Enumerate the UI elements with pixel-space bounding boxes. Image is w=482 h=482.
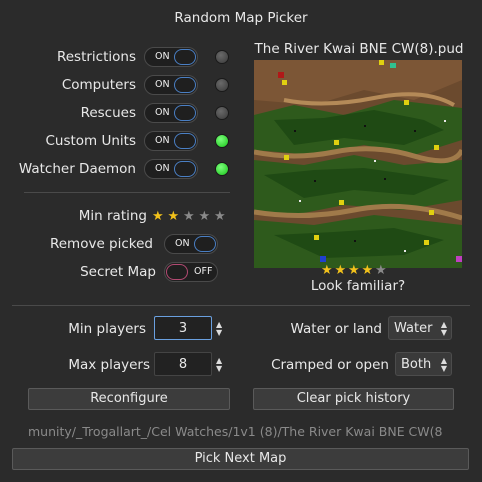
star-icon[interactable]: ★: [183, 210, 199, 223]
toggle-knob: [174, 133, 196, 149]
computers-status-indicator-icon: [215, 78, 229, 92]
min-players-arrows[interactable]: ▲ ▼: [216, 321, 222, 337]
reconfigure-button[interactable]: Reconfigure: [28, 388, 230, 410]
toggle-state-text: ON: [155, 107, 170, 118]
min-rating-label: Min rating: [78, 208, 147, 224]
spin-down-icon[interactable]: ▼: [216, 365, 222, 373]
toggle-knob: [194, 236, 216, 252]
secret-map-label: Secret Map: [80, 264, 156, 280]
left-divider: [24, 192, 230, 193]
min-players-value: 3: [178, 321, 188, 336]
clear-pick-history-button[interactable]: Clear pick history: [253, 388, 454, 410]
water-or-land-select[interactable]: Water ▲ ▼: [388, 316, 452, 340]
star-icon[interactable]: ★: [168, 210, 184, 223]
restrictions-label: Restrictions: [56, 49, 136, 65]
water-or-land-value: Water: [394, 321, 433, 336]
map-rating-stars[interactable]: ★ ★ ★ ★ ★: [321, 263, 389, 277]
toggle-state-text: ON: [155, 163, 170, 174]
star-icon[interactable]: ★: [362, 264, 376, 277]
remove-picked-toggle[interactable]: ON: [164, 234, 218, 254]
computers-toggle[interactable]: ON: [144, 75, 198, 95]
star-icon[interactable]: ★: [375, 264, 389, 277]
select-arrows-icon: ▲ ▼: [440, 356, 447, 373]
toggle-knob: [174, 49, 196, 65]
spin-down-icon[interactable]: ▼: [216, 329, 222, 337]
custom-units-status-indicator-icon: [215, 134, 229, 148]
max-players-label: Max players: [68, 357, 150, 373]
star-icon[interactable]: ★: [321, 264, 335, 277]
select-arrows-icon: ▲ ▼: [440, 320, 447, 337]
max-players-value: 8: [178, 357, 188, 372]
custom-units-toggle[interactable]: ON: [144, 131, 198, 151]
toggle-state-text: ON: [175, 238, 190, 249]
toggle-state-text: ON: [155, 51, 170, 62]
toggle-state-text: ON: [155, 135, 170, 146]
cramped-or-open-label: Cramped or open: [271, 357, 389, 373]
watcher-daemon-label: Watcher Daemon: [18, 161, 136, 177]
remove-picked-label: Remove picked: [49, 236, 153, 252]
star-icon[interactable]: ★: [199, 210, 215, 223]
computers-label: Computers: [61, 77, 136, 93]
look-familiar-text: Look familiar?: [310, 278, 406, 294]
toggle-knob: [174, 77, 196, 93]
min-players-spinbox[interactable]: 3: [154, 316, 212, 340]
restrictions-toggle[interactable]: ON: [144, 47, 198, 67]
pick-next-map-button[interactable]: Pick Next Map: [12, 448, 469, 470]
cramped-or-open-select[interactable]: Both ▲ ▼: [395, 352, 452, 376]
watcher-daemon-toggle[interactable]: ON: [144, 159, 198, 179]
star-icon[interactable]: ★: [335, 264, 349, 277]
secret-map-toggle[interactable]: OFF: [164, 262, 218, 282]
restrictions-status-indicator-icon: [215, 50, 229, 64]
toggle-knob: [166, 264, 188, 280]
map-path-text: munity/_Trogallart_/Cel Watches/1v1 (8)/…: [28, 424, 443, 439]
toggle-state-text: OFF: [194, 266, 213, 277]
watcher-daemon-status-indicator-icon: [215, 162, 229, 176]
map-preview-image: [254, 60, 462, 268]
toggle-state-text: ON: [155, 79, 170, 90]
cramped-or-open-value: Both: [401, 357, 432, 372]
star-icon[interactable]: ★: [348, 264, 362, 277]
star-icon[interactable]: ★: [152, 210, 168, 223]
main-divider: [12, 305, 470, 306]
custom-units-label: Custom Units: [45, 133, 136, 149]
rescues-label: Rescues: [80, 105, 136, 121]
map-name: The River Kwai BNE CW(8).pud: [254, 41, 464, 57]
min-players-label: Min players: [68, 321, 146, 337]
max-players-spinbox[interactable]: 8: [154, 352, 212, 376]
rescues-status-indicator-icon: [215, 106, 229, 120]
max-players-arrows[interactable]: ▲ ▼: [216, 357, 222, 373]
rescues-toggle[interactable]: ON: [144, 103, 198, 123]
toggle-knob: [174, 161, 196, 177]
window-title: Random Map Picker: [174, 10, 308, 26]
star-icon[interactable]: ★: [214, 210, 230, 223]
water-or-land-label: Water or land: [290, 321, 382, 337]
toggle-knob: [174, 105, 196, 121]
min-rating-stars[interactable]: ★ ★ ★ ★ ★: [152, 209, 230, 223]
